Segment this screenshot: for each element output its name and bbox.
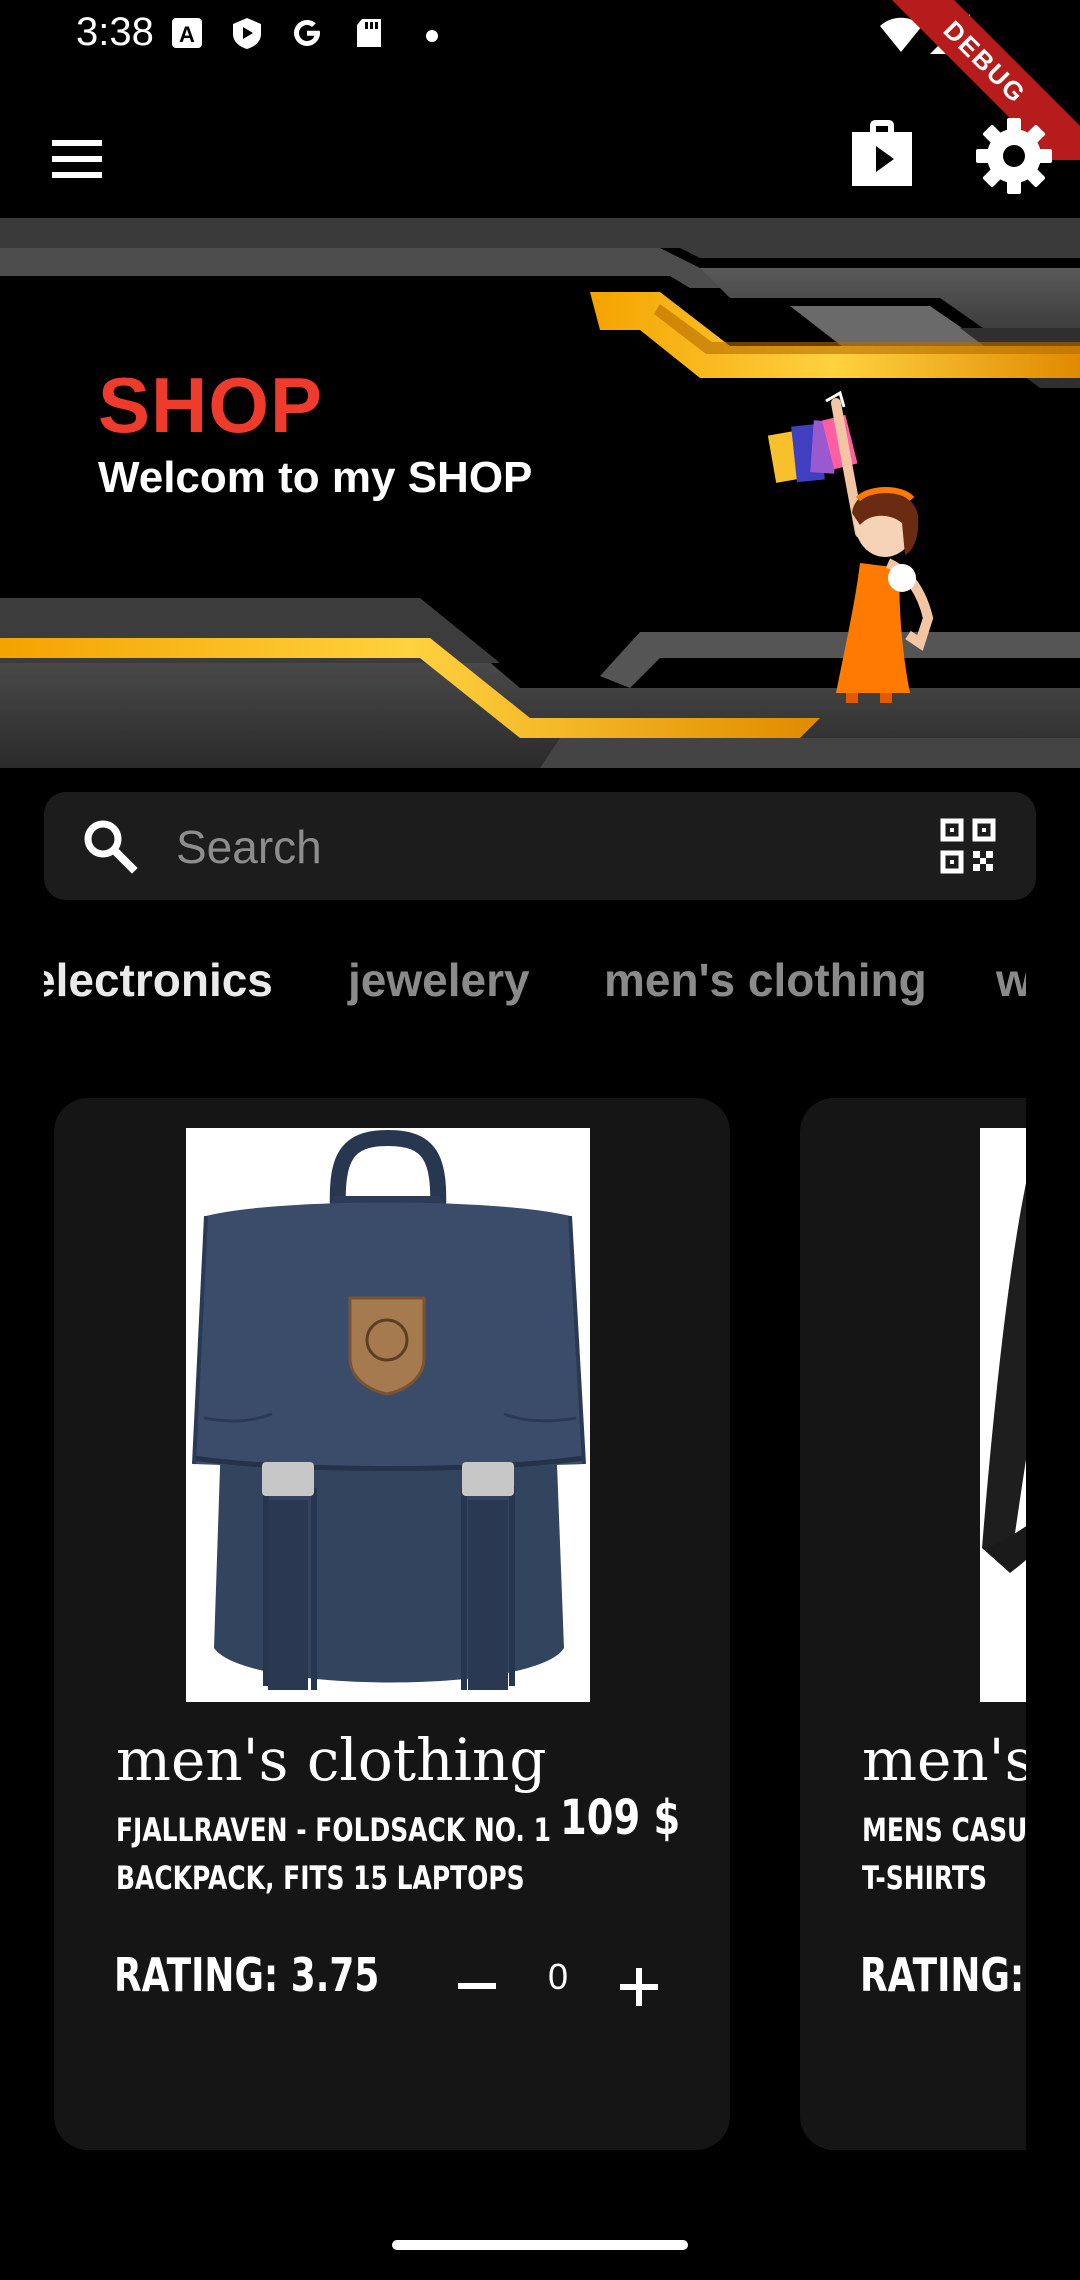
play-shield-icon (233, 18, 261, 49)
product-carousel[interactable]: men's clothing Fjallraven - Foldsack No.… (54, 1098, 1026, 2152)
minus-icon[interactable] (452, 1966, 502, 2006)
category-tabs: electronics jewelery men's clothing w (44, 940, 1026, 1020)
product-rating: Rating: 3 (860, 1948, 1026, 2002)
product-title-line: Fjallraven - Foldsack No. 1 (116, 1811, 551, 1849)
product-title-line: Mens Casua (862, 1811, 1026, 1849)
notification-a-icon: A (172, 18, 202, 48)
product-price: 109 $ (560, 1790, 681, 1846)
wifi-icon (880, 17, 922, 52)
product-card[interactable]: men's clothing Fjallraven - Foldsack No.… (54, 1098, 730, 2150)
tshirt-image (980, 1128, 1026, 1702)
status-time: 3:38 (76, 10, 154, 54)
app-bar (0, 72, 1080, 212)
banner-subtitle: Welcom to my SHOP (98, 453, 533, 502)
product-title: Mens Casua T-Shirts (862, 1806, 1026, 1902)
product-image-tshirt (980, 1128, 1026, 1702)
dot-icon (426, 30, 438, 42)
sd-card-icon (357, 19, 381, 47)
gear-icon[interactable] (972, 114, 1056, 198)
google-icon (294, 20, 320, 46)
product-title: Fjallraven - Foldsack No. 1 Backpack, Fi… (116, 1806, 551, 1902)
signal-icon (930, 14, 970, 54)
banner-title: SHOP (98, 361, 324, 449)
product-category: men's clothing (116, 1726, 547, 1794)
product-title-line: Backpack, Fits 15 Laptops (116, 1859, 525, 1897)
quantity-value: 0 (548, 1956, 569, 1997)
search-icon (84, 820, 138, 874)
tab-jewelery[interactable]: jewelery (348, 940, 530, 1020)
tab-electronics[interactable]: electronics (44, 940, 273, 1020)
tab-womens-clothing[interactable]: w (996, 940, 1026, 1020)
product-card[interactable]: men's Mens Casua T-Shirts Rating: 3 (800, 1098, 1026, 2150)
shop-banner: SHOP Welcom to my SHOP (0, 218, 1080, 768)
product-category: men's (862, 1726, 1026, 1794)
product-rating: Rating: 3.75 (114, 1948, 380, 2002)
search-bar (44, 792, 1036, 900)
shopping-bag-icon[interactable] (842, 114, 922, 194)
home-indicator[interactable] (392, 2240, 688, 2250)
plus-icon[interactable] (614, 1962, 664, 2012)
status-bar: 3:38 A DEBUG (0, 0, 1080, 160)
product-title-line: T-Shirts (862, 1859, 987, 1897)
product-image-backpack (186, 1128, 590, 1702)
qr-code-icon[interactable] (940, 818, 996, 874)
tab-mens-clothing[interactable]: men's clothing (604, 940, 927, 1020)
hamburger-menu-icon[interactable] (40, 120, 126, 206)
search-input[interactable] (174, 810, 938, 884)
svg-text:A: A (179, 22, 195, 47)
backpack-image (186, 1128, 590, 1702)
